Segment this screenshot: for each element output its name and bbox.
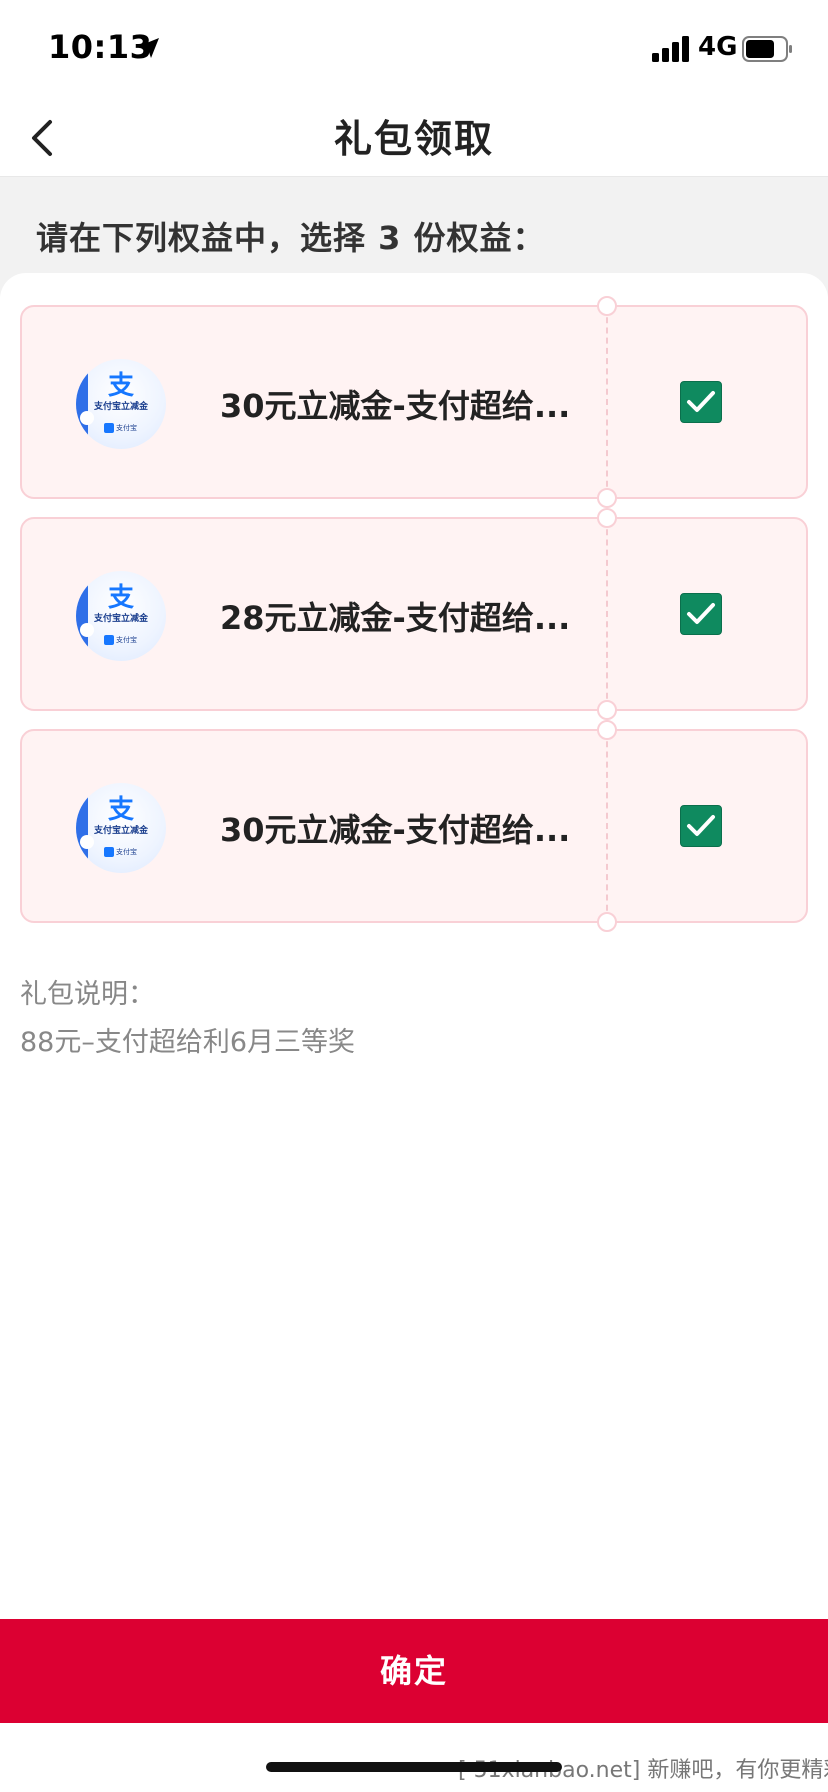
thumbnail-brand: 支付宝: [116, 636, 137, 644]
nav-bar: 礼包领取: [0, 100, 828, 177]
alipay-logo-icon: 支: [107, 583, 134, 613]
coupon-card[interactable]: 支 支付宝立减金 支付宝 28元立减金-支付超给...: [20, 508, 808, 720]
coupon-card[interactable]: 支 支付宝立减金 支付宝 30元立减金-支付超给...: [20, 720, 808, 932]
cellular-signal-icon: [652, 36, 689, 62]
ticket-divider: [606, 519, 608, 709]
coupon-title: 30元立减金-支付超给...: [220, 387, 571, 425]
coupon-card[interactable]: 支 支付宝立减金 支付宝 30元立减金-支付超给...: [20, 296, 808, 508]
thumbnail-brand: 支付宝: [116, 424, 137, 432]
ticket-notch: [597, 296, 617, 316]
thumbnail-caption: 支付宝立减金: [93, 826, 148, 836]
coupon-checkbox[interactable]: [680, 593, 722, 635]
description-text: 88元–支付超给利6月三等奖: [20, 1027, 356, 1058]
ticket-notch: [597, 488, 617, 508]
ticket-divider: [606, 731, 608, 921]
checkmark-icon: [687, 815, 715, 836]
content-panel: 支 支付宝立减金 支付宝 30元立减金-支付超给... 支 支付宝立减金 支付宝: [0, 273, 828, 1619]
checkmark-icon: [687, 391, 715, 412]
ticket-notch: [597, 720, 617, 740]
thumbnail-brand: 支付宝: [116, 848, 137, 856]
alipay-coupon-thumbnail: 支 支付宝立减金 支付宝: [76, 783, 166, 873]
network-type: 4G: [698, 32, 738, 62]
ticket-notch: [597, 912, 617, 932]
selection-hint: 请在下列权益中，选择 3 份权益：: [36, 219, 546, 257]
description-label: 礼包说明：: [20, 979, 155, 1010]
alipay-logo-icon: 支: [107, 795, 134, 825]
coupon-checkbox[interactable]: [680, 381, 722, 423]
status-bar: 10:13 4G: [0, 0, 828, 100]
thumbnail-caption: 支付宝立减金: [93, 402, 148, 412]
confirm-button[interactable]: 确定: [0, 1619, 828, 1723]
home-indicator[interactable]: [266, 1762, 562, 1772]
coupon-title: 30元立减金-支付超给...: [220, 811, 571, 849]
battery-icon: [742, 36, 792, 62]
ticket-notch: [597, 508, 617, 528]
coupon-checkbox[interactable]: [680, 805, 722, 847]
location-arrow-icon: [139, 38, 159, 58]
alipay-logo-icon: 支: [107, 371, 134, 401]
coupon-title: 28元立减金-支付超给...: [220, 599, 571, 637]
page-title: 礼包领取: [333, 117, 494, 161]
thumbnail-caption: 支付宝立减金: [93, 614, 148, 624]
alipay-coupon-thumbnail: 支 支付宝立减金 支付宝: [76, 571, 166, 661]
ticket-divider: [606, 307, 608, 497]
ticket-notch: [597, 700, 617, 720]
checkmark-icon: [687, 603, 715, 624]
page: 10:13 4G 礼包领取 请在下列权益中，选择 3 份权益： 支 支付宝立减金…: [0, 0, 828, 1792]
alipay-coupon-thumbnail: 支 支付宝立减金 支付宝: [76, 359, 166, 449]
